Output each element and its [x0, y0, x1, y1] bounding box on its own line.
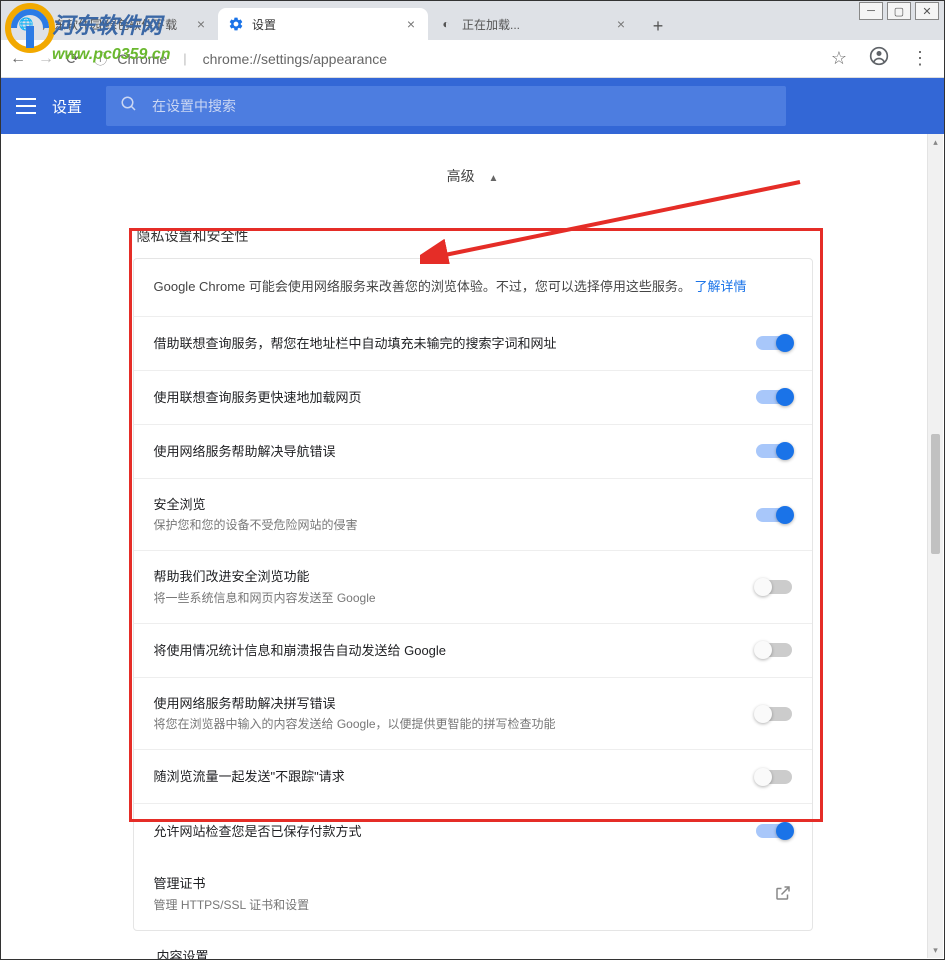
row-title: 借助联想查询服务，帮您在地址栏中自动填充未输完的搜索字词和网址: [154, 334, 740, 354]
back-button[interactable]: ←: [10, 50, 26, 68]
row-subtitle: 将您在浏览器中输入的内容发送给 Google，以便提供更智能的拼写检查功能: [154, 715, 740, 733]
site-info-icon[interactable]: ⓘ: [93, 49, 107, 69]
search-icon: [120, 95, 138, 118]
section-title-privacy: 隐私设置和安全性: [137, 226, 813, 246]
settings-page-title: 设置: [52, 96, 82, 117]
settings-search-input[interactable]: [152, 98, 772, 114]
maximize-button[interactable]: ▢: [887, 2, 911, 20]
tab-title: 设置: [252, 16, 398, 33]
advanced-label: 高级: [447, 168, 475, 184]
learn-more-link[interactable]: 了解详情: [695, 279, 747, 294]
row-subtitle: 将一些系统信息和网页内容发送至 Google: [154, 589, 740, 607]
privacy-setting-row: 使用网络服务帮助解决拼写错误 将您在浏览器中输入的内容发送给 Google，以便…: [134, 678, 812, 751]
settings-header: 设置: [0, 78, 945, 134]
privacy-setting-row: 允许网站检查您是否已保存付款方式: [134, 804, 812, 858]
minimize-button[interactable]: ─: [859, 2, 883, 20]
settings-content: 高级 ▲ 隐私设置和安全性 Google Chrome 可能会使用网络服务来改善…: [0, 134, 945, 960]
row-title: 管理证书: [154, 874, 758, 894]
privacy-setting-row: 随浏览流量一起发送"不跟踪"请求: [134, 750, 812, 804]
browser-tab-strip: 🌐 河东软件园|绿色软件下载 × 设置 × ◐ 正在加载... × +: [0, 0, 945, 40]
omnibox-origin: Chrome: [117, 51, 167, 67]
privacy-setting-row: 借助联想查询服务，帮您在地址栏中自动填充未输完的搜索字词和网址: [134, 317, 812, 371]
toggle-switch[interactable]: [756, 770, 792, 784]
row-subtitle: 管理 HTTPS/SSL 证书和设置: [154, 896, 758, 914]
row-title: 安全浏览: [154, 495, 740, 515]
privacy-card: Google Chrome 可能会使用网络服务来改善您的浏览体验。不过，您可以选…: [133, 258, 813, 931]
tab-title: 河东软件园|绿色软件下载: [42, 16, 188, 33]
reload-button[interactable]: ⟳: [66, 49, 79, 69]
chevron-up-icon: ▲: [488, 173, 498, 184]
toggle-switch[interactable]: [756, 707, 792, 721]
row-title: 使用联想查询服务更快速地加载网页: [154, 388, 740, 408]
close-window-button[interactable]: ✕: [915, 2, 939, 20]
page-favicon: 🌐: [18, 16, 34, 32]
toggle-switch[interactable]: [756, 390, 792, 404]
toggle-switch[interactable]: [756, 580, 792, 594]
close-tab-icon[interactable]: ×: [194, 17, 208, 31]
scrollbar[interactable]: ▴ ▾: [927, 134, 943, 958]
profile-avatar-icon[interactable]: [863, 46, 895, 71]
row-title: 允许网站检查您是否已保存付款方式: [154, 822, 740, 842]
privacy-setting-row: 使用网络服务帮助解决导航错误: [134, 425, 812, 479]
privacy-setting-row: 安全浏览 保护您和您的设备不受危险网站的侵害: [134, 479, 812, 552]
privacy-setting-row: 将使用情况统计信息和崩溃报告自动发送给 Google: [134, 624, 812, 678]
settings-nav-row[interactable]: 内容设置 控制网站可使用的信息以及可向您显示的内容 ▸: [133, 931, 813, 960]
settings-search-box[interactable]: [106, 86, 786, 126]
row-subtitle: 保护您和您的设备不受危险网站的侵害: [154, 516, 740, 534]
privacy-setting-row: 使用联想查询服务更快速地加载网页: [134, 371, 812, 425]
close-tab-icon[interactable]: ×: [614, 17, 628, 31]
toggle-switch[interactable]: [756, 643, 792, 657]
toggle-switch[interactable]: [756, 508, 792, 522]
browser-tab-1[interactable]: 设置 ×: [218, 8, 428, 40]
scroll-up-icon[interactable]: ▴: [928, 134, 943, 150]
privacy-info-text: Google Chrome 可能会使用网络服务来改善您的浏览体验。不过，您可以选…: [134, 259, 812, 317]
menu-hamburger-icon[interactable]: [16, 96, 36, 116]
bookmark-star-icon[interactable]: ☆: [825, 48, 853, 69]
manage-certificates-row[interactable]: 管理证书 管理 HTTPS/SSL 证书和设置: [134, 858, 812, 930]
tab-title: 正在加载...: [462, 16, 608, 33]
toggle-switch[interactable]: [756, 336, 792, 350]
scroll-down-icon[interactable]: ▾: [928, 942, 943, 958]
row-title: 内容设置: [157, 947, 766, 960]
row-title: 使用网络服务帮助解决拼写错误: [154, 694, 740, 714]
close-tab-icon[interactable]: ×: [404, 17, 418, 31]
row-title: 随浏览流量一起发送"不跟踪"请求: [154, 767, 740, 787]
advanced-toggle[interactable]: 高级 ▲: [133, 158, 813, 210]
external-link-icon: [774, 884, 792, 905]
row-title: 帮助我们改进安全浏览功能: [154, 567, 740, 587]
settings-favicon: [228, 16, 244, 32]
chrome-menu-icon[interactable]: ⋮: [905, 48, 935, 69]
browser-tab-0[interactable]: 🌐 河东软件园|绿色软件下载 ×: [8, 8, 218, 40]
privacy-setting-row: 帮助我们改进安全浏览功能 将一些系统信息和网页内容发送至 Google: [134, 551, 812, 624]
browser-toolbar: ← → ⟳ ⓘ Chrome | chrome://settings/appea…: [0, 40, 945, 78]
scrollbar-thumb[interactable]: [931, 434, 940, 554]
browser-tab-2[interactable]: ◐ 正在加载... ×: [428, 8, 638, 40]
row-title: 使用网络服务帮助解决导航错误: [154, 442, 740, 462]
toggle-switch[interactable]: [756, 444, 792, 458]
row-title: 将使用情况统计信息和崩溃报告自动发送给 Google: [154, 641, 740, 661]
forward-button[interactable]: →: [38, 50, 54, 68]
omnibox-url[interactable]: chrome://settings/appearance: [203, 51, 815, 67]
toggle-switch[interactable]: [756, 824, 792, 838]
loading-spinner-icon: ◐: [438, 16, 454, 32]
new-tab-button[interactable]: +: [644, 12, 672, 40]
